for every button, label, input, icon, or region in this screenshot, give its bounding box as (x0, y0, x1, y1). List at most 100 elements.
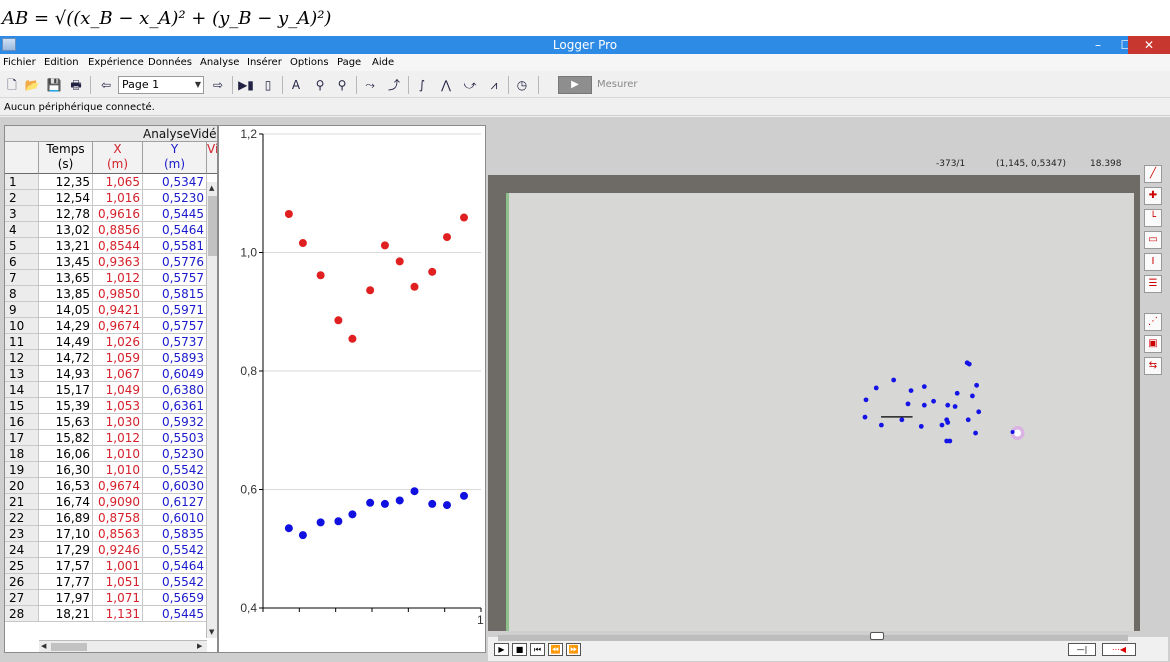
cell-x[interactable]: 0,9246 (93, 542, 143, 558)
x-data-point[interactable] (348, 334, 357, 343)
table-row[interactable]: 6 13,45 0,9363 0,5776 (5, 254, 217, 270)
y-data-point[interactable] (298, 531, 307, 540)
table-row[interactable]: 2 12,54 1,016 0,5230 (5, 190, 217, 206)
menu-page[interactable]: Page (337, 54, 361, 71)
column-header-x[interactable]: X (m) (93, 142, 143, 174)
cell-x[interactable]: 0,8563 (93, 526, 143, 542)
video-frame[interactable] (488, 175, 1140, 631)
tracked-point[interactable] (899, 417, 905, 423)
cell-x[interactable]: 0,8856 (93, 222, 143, 238)
cell-y[interactable]: 0,5971 (143, 302, 207, 318)
curve-fit-icon[interactable]: ⤻ (460, 76, 480, 94)
tracked-point[interactable] (908, 388, 914, 394)
x-data-point[interactable] (380, 241, 389, 250)
print-icon[interactable]: 🖶 (66, 76, 86, 94)
cell-x[interactable]: 1,016 (93, 190, 143, 206)
menu-analyse[interactable]: Analyse (200, 54, 239, 71)
cell-y[interactable]: 0,6049 (143, 366, 207, 382)
tracked-point[interactable] (891, 377, 897, 383)
cell-time[interactable]: 13,02 (39, 222, 93, 238)
tracked-point[interactable] (976, 409, 982, 415)
statistics-icon[interactable]: ⋀ (436, 76, 456, 94)
tracked-point[interactable] (973, 430, 978, 436)
cell-time[interactable]: 17,10 (39, 526, 93, 542)
pointer-tool-icon[interactable]: ╱ (1144, 165, 1162, 183)
video-scrubber[interactable] (498, 632, 1128, 641)
scroll-thumb[interactable] (208, 196, 217, 256)
table-row[interactable]: 13 14,93 1,067 0,6049 (5, 366, 217, 382)
add-point-icon[interactable]: ✚ (1144, 187, 1162, 205)
table-row[interactable]: 11 14,49 1,026 0,5737 (5, 334, 217, 350)
table-row[interactable]: 19 16,30 1,010 0,5542 (5, 462, 217, 478)
table-row[interactable]: 25 17,57 1,001 0,5464 (5, 558, 217, 574)
cell-time[interactable]: 17,77 (39, 574, 93, 590)
y-data-point[interactable] (366, 498, 375, 507)
y-data-point[interactable] (284, 524, 293, 533)
close-button[interactable]: ✕ (1128, 36, 1170, 54)
cell-y[interactable]: 0,5542 (143, 542, 207, 558)
table-row[interactable]: 12 14,72 1,059 0,5893 (5, 350, 217, 366)
x-data-point[interactable] (395, 257, 404, 266)
table-row[interactable]: 18 16,06 1,010 0,5230 (5, 446, 217, 462)
trails-icon[interactable]: ☰ (1144, 275, 1162, 293)
sensor-icon[interactable]: ▯ (258, 76, 278, 94)
minimize-button[interactable]: – (1084, 36, 1112, 54)
scroll-left-icon[interactable]: ◀ (41, 642, 46, 650)
cell-time[interactable]: 15,17 (39, 382, 93, 398)
cell-time[interactable]: 17,57 (39, 558, 93, 574)
play-icon[interactable]: ▶ (494, 643, 509, 656)
cell-time[interactable]: 12,54 (39, 190, 93, 206)
cell-time[interactable]: 17,97 (39, 590, 93, 606)
video-scrubber-thumb[interactable] (870, 632, 884, 640)
table-horizontal-scrollbar[interactable]: ◀ ▶ (39, 640, 207, 652)
current-point[interactable] (1010, 430, 1015, 435)
cell-y[interactable]: 0,6030 (143, 478, 207, 494)
scroll-thumb[interactable] (51, 643, 87, 651)
tracked-point[interactable] (945, 402, 951, 408)
cell-y[interactable]: 0,5542 (143, 574, 207, 590)
cell-y[interactable]: 0,5893 (143, 350, 207, 366)
cell-y[interactable]: 0,6380 (143, 382, 207, 398)
tracked-point[interactable] (974, 382, 980, 388)
prev-page-icon[interactable]: ⇦ (96, 76, 116, 94)
integral-icon[interactable]: ∫ (412, 76, 432, 94)
menu-fichier[interactable]: Fichier (3, 54, 36, 71)
cell-x[interactable]: 1,026 (93, 334, 143, 350)
x-data-point[interactable] (428, 267, 437, 276)
cell-time[interactable]: 15,82 (39, 430, 93, 446)
table-row[interactable]: 26 17,77 1,051 0,5542 (5, 574, 217, 590)
cell-y[interactable]: 0,6010 (143, 510, 207, 526)
cell-x[interactable]: 0,9616 (93, 206, 143, 222)
table-row[interactable]: 3 12,78 0,9616 0,5445 (5, 206, 217, 222)
cell-x[interactable]: 1,071 (93, 590, 143, 606)
cell-x[interactable]: 1,049 (93, 382, 143, 398)
tracked-point[interactable] (921, 384, 927, 389)
new-file-icon[interactable]: 🗋 (2, 76, 22, 94)
tracked-point[interactable] (918, 423, 924, 429)
x-data-point[interactable] (366, 286, 375, 295)
cell-x[interactable]: 1,030 (93, 414, 143, 430)
cell-x[interactable]: 1,010 (93, 462, 143, 478)
table-row[interactable]: 23 17,10 0,8563 0,5835 (5, 526, 217, 542)
cell-x[interactable]: 0,9090 (93, 494, 143, 510)
table-row[interactable]: 15 15,39 1,053 0,6361 (5, 398, 217, 414)
scroll-right-icon[interactable]: ▶ (197, 642, 202, 650)
tracked-point[interactable] (873, 385, 879, 391)
cell-y[interactable]: 0,5581 (143, 238, 207, 254)
table-row[interactable]: 27 17,97 1,071 0,5659 (5, 590, 217, 606)
cell-time[interactable]: 13,21 (39, 238, 93, 254)
cell-x[interactable]: 1,051 (93, 574, 143, 590)
play-icon[interactable]: ▶ (558, 76, 592, 94)
cell-x[interactable]: 1,065 (93, 174, 143, 190)
cell-time[interactable]: 14,93 (39, 366, 93, 382)
y-data-point[interactable] (443, 501, 452, 510)
tracked-point[interactable] (931, 398, 936, 404)
cell-x[interactable]: 1,010 (93, 446, 143, 462)
x-data-point[interactable] (460, 213, 469, 222)
linear-fit-icon[interactable]: ⩘ (484, 76, 504, 94)
table-vertical-scrollbar[interactable]: ▲ ▼ (206, 182, 217, 638)
replay-icon[interactable]: ⇆ (1144, 357, 1162, 375)
open-folder-icon[interactable]: 📂 (22, 76, 42, 94)
table-row[interactable]: 9 14,05 0,9421 0,5971 (5, 302, 217, 318)
table-row[interactable]: 20 16,53 0,9674 0,6030 (5, 478, 217, 494)
